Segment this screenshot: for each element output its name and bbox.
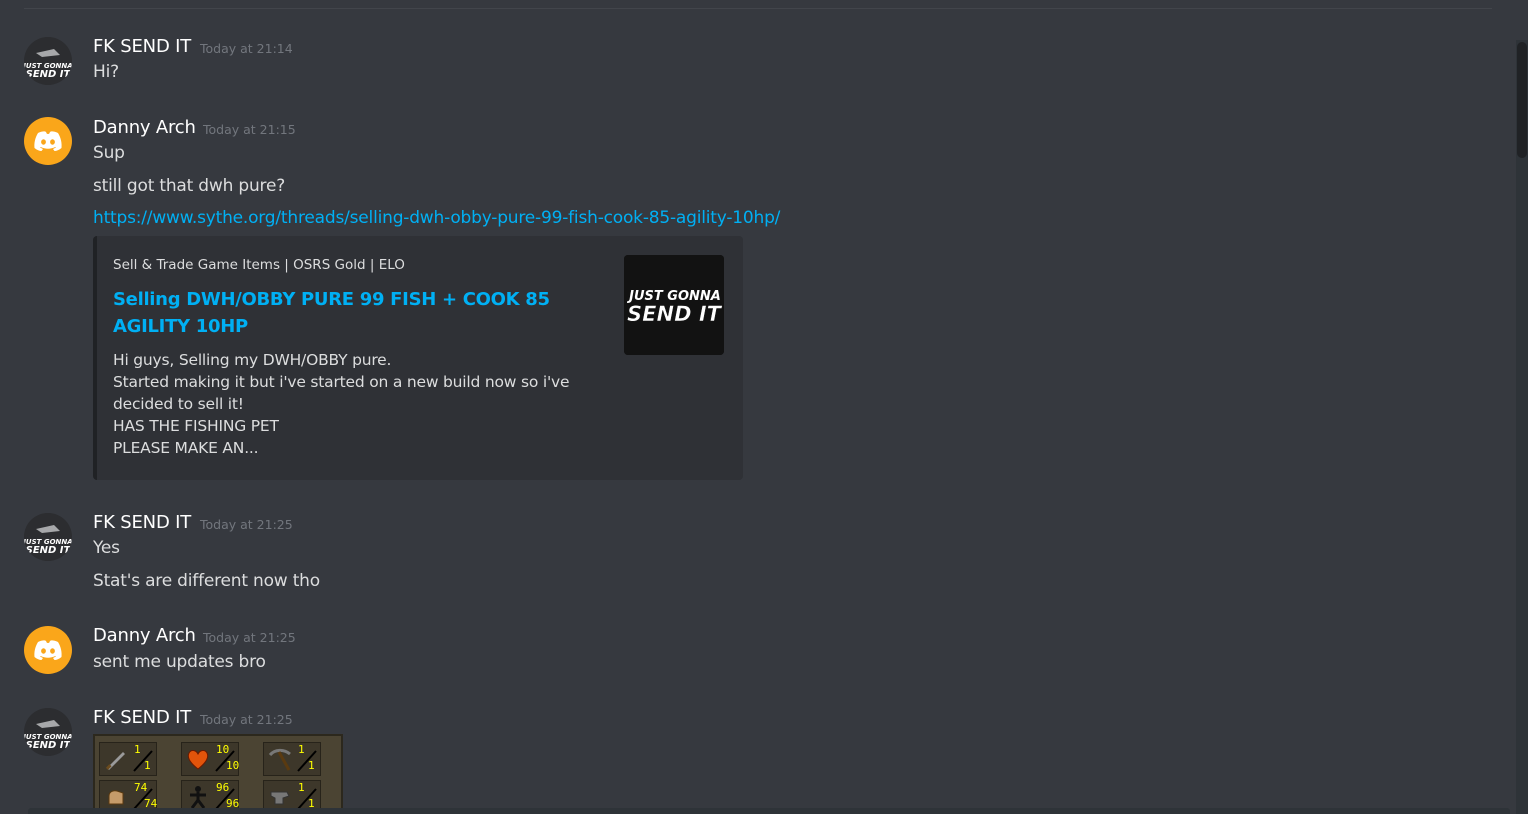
discord-icon bbox=[34, 131, 62, 151]
embed-description-line: Hi guys, Selling my DWH/OBBY pure. bbox=[113, 351, 392, 369]
message-link-line: https://www.sythe.org/threads/selling-dw… bbox=[93, 208, 780, 228]
skill-attack: 1 1 bbox=[99, 742, 157, 776]
timestamp[interactable]: Today at 21:25 bbox=[203, 630, 296, 645]
message-list: JUST GONNA SEND IT FK SEND IT Today at 2… bbox=[0, 0, 1516, 814]
discord-icon bbox=[34, 640, 62, 660]
skill-current-level: 10 bbox=[216, 743, 230, 756]
smithing-icon bbox=[270, 791, 290, 805]
message-text: Yes bbox=[93, 538, 120, 558]
skill-max-level: 1 bbox=[144, 759, 151, 772]
skill-max-level: 1 bbox=[308, 759, 315, 772]
embed-thumbnail[interactable]: JUST GONNA SEND IT bbox=[624, 255, 724, 355]
image-attachment[interactable]: 1 1 10 10 1 1 74 74 96 96 1 1 bbox=[93, 734, 343, 814]
skill-current-level: 1 bbox=[134, 743, 141, 756]
attack-icon bbox=[105, 752, 125, 770]
send-it-logo-icon: JUST GONNA SEND IT bbox=[24, 708, 72, 756]
scrollbar-thumb[interactable] bbox=[1517, 42, 1527, 158]
avatar[interactable]: JUST GONNA SEND IT bbox=[24, 37, 72, 85]
message-text: sent me updates bro bbox=[93, 652, 266, 672]
send-it-thumbnail-icon: JUST GONNA SEND IT bbox=[624, 255, 724, 355]
mining-icon bbox=[268, 748, 291, 771]
avatar[interactable]: JUST GONNA SEND IT bbox=[24, 708, 72, 756]
send-it-logo-icon: JUST GONNA SEND IT bbox=[24, 37, 72, 85]
embed-provider[interactable]: Sell & Trade Game Items | OSRS Gold | EL… bbox=[113, 257, 405, 273]
username[interactable]: FK SEND IT bbox=[93, 36, 191, 57]
username[interactable]: FK SEND IT bbox=[93, 707, 191, 728]
skill-mining: 1 1 bbox=[263, 742, 321, 776]
thread-link[interactable]: https://www.sythe.org/threads/selling-dw… bbox=[93, 208, 780, 228]
message-text: Stat's are different now tho bbox=[93, 571, 320, 591]
skill-hitpoints: 10 10 bbox=[181, 742, 239, 776]
timestamp[interactable]: Today at 21:25 bbox=[200, 517, 293, 532]
timestamp[interactable]: Today at 21:25 bbox=[200, 712, 293, 727]
svg-text:SEND IT: SEND IT bbox=[26, 740, 72, 751]
link-embed: Sell & Trade Game Items | OSRS Gold | EL… bbox=[93, 236, 743, 480]
embed-title[interactable]: Selling DWH/OBBY PURE 99 FISH + COOK 85 … bbox=[113, 286, 603, 340]
avatar[interactable]: JUST GONNA SEND IT bbox=[24, 513, 72, 561]
avatar[interactable] bbox=[24, 626, 72, 674]
timestamp[interactable]: Today at 21:14 bbox=[200, 41, 293, 56]
timestamp[interactable]: Today at 21:15 bbox=[203, 122, 296, 137]
skill-current-level: 74 bbox=[134, 781, 148, 794]
embed-description-line: PLEASE MAKE AN... bbox=[113, 439, 259, 457]
svg-text:SEND IT: SEND IT bbox=[26, 545, 72, 556]
strength-icon bbox=[108, 790, 124, 805]
message-text: still got that dwh pure? bbox=[93, 176, 286, 196]
thumbnail-text-line-2: SEND IT bbox=[627, 302, 723, 326]
embed-description-line: Started making it but i've started on a … bbox=[113, 373, 570, 391]
skill-current-level: 1 bbox=[298, 781, 305, 794]
skill-max-level: 10 bbox=[226, 759, 240, 772]
send-it-logo-icon: JUST GONNA SEND IT bbox=[24, 513, 72, 561]
agility-icon bbox=[190, 786, 206, 809]
username[interactable]: Danny Arch bbox=[93, 117, 196, 138]
skill-current-level: 96 bbox=[216, 781, 230, 794]
bottom-edge-bar bbox=[28, 808, 1510, 814]
embed-description: Hi guys, Selling my DWH/OBBY pure. Start… bbox=[113, 349, 593, 459]
username[interactable]: FK SEND IT bbox=[93, 512, 191, 533]
svg-text:SEND IT: SEND IT bbox=[26, 69, 72, 80]
username[interactable]: Danny Arch bbox=[93, 625, 196, 646]
skill-current-level: 1 bbox=[298, 743, 305, 756]
message-text: Sup bbox=[93, 143, 125, 163]
embed-description-line: decided to sell it! bbox=[113, 395, 244, 413]
message-text: Hi? bbox=[93, 62, 119, 82]
avatar[interactable] bbox=[24, 117, 72, 165]
hitpoints-icon bbox=[187, 750, 209, 770]
embed-description-line: HAS THE FISHING PET bbox=[113, 417, 279, 435]
